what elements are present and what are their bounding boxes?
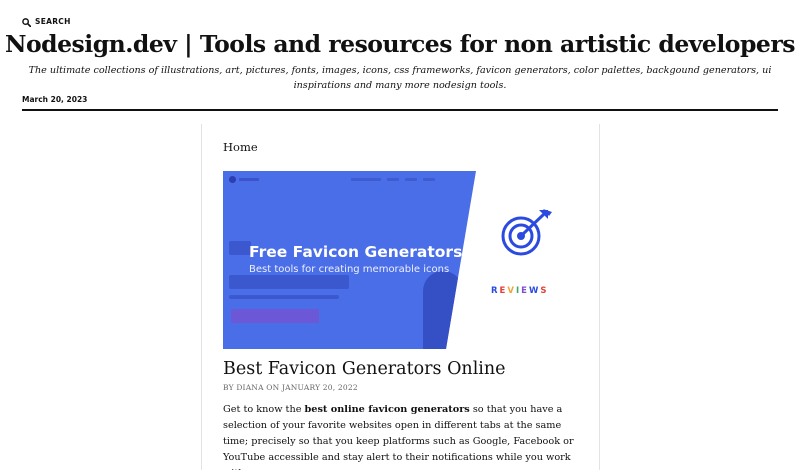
reviews-badge-letter: W (528, 286, 541, 296)
reviews-badge-letter: S (540, 286, 549, 296)
mock-nav-bar (387, 178, 399, 181)
mock-brand-bar (239, 178, 259, 181)
main-content: Home Free Favicon Generators Best tools … (201, 124, 600, 470)
reviews-badge: REVIEWS (491, 286, 548, 296)
mock-illustration (423, 271, 463, 349)
post-excerpt: Get to know the best online favicon gene… (223, 402, 583, 470)
mock-nav-bar (405, 178, 417, 181)
header-divider (22, 109, 778, 111)
mock-heading-block (229, 241, 251, 255)
mock-nav-bar (351, 178, 381, 181)
search-label: SEARCH (35, 17, 71, 26)
featured-image-title: Free Favicon Generators (249, 243, 463, 261)
site-tagline: The ultimate collections of illustration… (28, 65, 772, 91)
site-title[interactable]: Nodesign.dev | Tools and resources for n… (0, 30, 800, 58)
reviews-badge-letter: V (507, 286, 516, 296)
mock-heading-block (229, 275, 349, 289)
mock-nav-bar (423, 178, 435, 181)
search-button[interactable]: SEARCH (22, 12, 71, 31)
breadcrumb-home[interactable]: Home (223, 140, 258, 154)
excerpt-highlight: best online favicon generators (304, 404, 470, 415)
post-byline: BY DIANA ON JANUARY 20, 2022 (223, 383, 358, 392)
reviews-badge-letter: R (491, 286, 500, 296)
excerpt-text: Get to know the (223, 404, 305, 415)
reviews-badge-letter: E (521, 286, 529, 296)
featured-image[interactable]: Free Favicon Generators Best tools for c… (223, 171, 579, 349)
target-icon (501, 209, 552, 256)
post-title[interactable]: Best Favicon Generators Online (223, 359, 506, 379)
search-icon (22, 12, 32, 31)
mock-text-line (229, 295, 339, 299)
mock-logo-icon (229, 176, 236, 183)
current-date: March 20, 2023 (22, 95, 88, 104)
featured-image-subtitle: Best tools for creating memorable icons (249, 264, 450, 275)
featured-image-background: Free Favicon Generators Best tools for c… (223, 171, 476, 349)
mock-cta-bar (231, 309, 319, 323)
